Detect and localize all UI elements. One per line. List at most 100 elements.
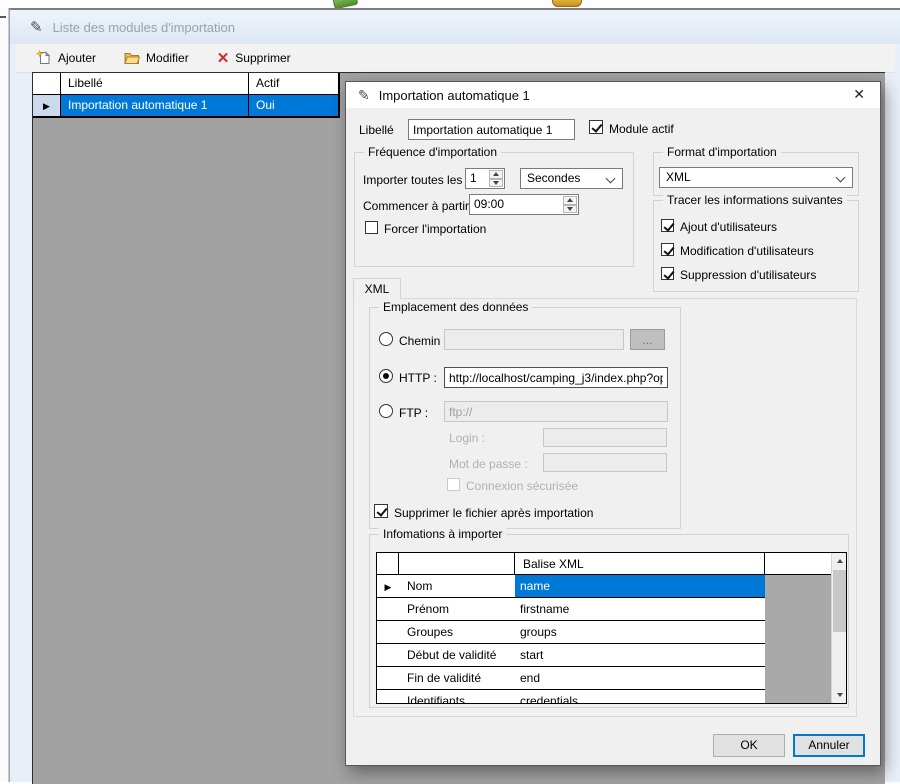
add-module-button[interactable]: Ajouter xyxy=(36,50,96,66)
row-selector-cell[interactable] xyxy=(377,667,399,690)
ftp-label: FTP : xyxy=(399,406,428,420)
grid-row-identifiants[interactable]: Identifiants credentials xyxy=(377,690,833,704)
start-time-picker[interactable]: 09:00 xyxy=(469,194,579,215)
import-info-group-title: Infomations à importer xyxy=(379,527,506,542)
force-import-checkbox[interactable] xyxy=(365,221,378,234)
row-selector-header[interactable] xyxy=(33,73,61,95)
delete-module-button[interactable]: ✕ Supprimer xyxy=(217,51,291,66)
table-row[interactable]: ▶ Importation automatique 1 Oui xyxy=(33,95,339,117)
field-label-cell[interactable]: Début de validité xyxy=(399,644,515,667)
grid-row-debut-validite[interactable]: Début de validité start xyxy=(377,644,833,667)
grid-row-nom[interactable]: ▶ Nom name xyxy=(377,575,833,598)
force-import-label: Forcer l'importation xyxy=(384,222,486,236)
modules-list-titlebar[interactable]: ✎ Liste des modules d'importation xyxy=(10,10,900,44)
row-selector-cell[interactable] xyxy=(377,690,399,704)
browse-button[interactable]: ... xyxy=(630,329,665,350)
delete-module-label: Supprimer xyxy=(235,51,290,65)
trace-delete-checkbox[interactable] xyxy=(661,267,674,280)
chevron-down-icon xyxy=(606,174,616,184)
xml-tag-cell[interactable]: name xyxy=(515,575,765,598)
modules-toolbar: Ajouter Modifier ✕ Supprimer xyxy=(16,44,895,73)
mapping-grid-header: Balise XML xyxy=(377,553,833,575)
spin-up-icon[interactable] xyxy=(489,170,503,179)
password-input xyxy=(543,453,667,472)
spin-down-icon[interactable] xyxy=(489,179,503,188)
row-selector-cell[interactable]: ▶ xyxy=(377,575,399,598)
field-label-cell[interactable]: Nom xyxy=(399,575,515,598)
field-label-cell[interactable]: Fin de validité xyxy=(399,667,515,690)
field-label-cell[interactable]: Prénom xyxy=(399,598,515,621)
chemin-input xyxy=(444,329,624,350)
interval-spinner[interactable] xyxy=(489,170,503,187)
scroll-up-icon[interactable] xyxy=(832,553,847,569)
cell-actif[interactable]: Oui xyxy=(249,95,339,117)
trace-add-label: Ajout d'utilisateurs xyxy=(680,220,777,234)
unit-value: Secondes xyxy=(527,171,580,185)
xml-tag-cell[interactable]: end xyxy=(515,667,765,690)
grid-row-prenom[interactable]: Prénom firstname xyxy=(377,598,833,621)
scrollbar-thumb[interactable] xyxy=(833,570,846,632)
password-label: Mot de passe : xyxy=(449,457,528,471)
start-time-spinner[interactable] xyxy=(563,196,577,213)
interval-stepper[interactable]: 1 xyxy=(465,168,505,189)
cell-libelle[interactable]: Importation automatique 1 xyxy=(61,95,249,117)
format-select[interactable]: XML xyxy=(659,167,853,188)
import-every-label: Importer toutes les xyxy=(363,173,462,187)
row-selector-cell[interactable] xyxy=(377,621,399,644)
chemin-label: Chemin : xyxy=(399,334,447,348)
tab-xml[interactable]: XML xyxy=(353,278,401,299)
cancel-button[interactable]: Annuler xyxy=(793,734,865,757)
desktop-top-strip xyxy=(0,0,900,8)
start-time-value: 09:00 xyxy=(474,197,504,211)
login-label: Login : xyxy=(449,431,485,445)
secure-connection-checkbox xyxy=(447,478,460,491)
libelle-label: Libellé xyxy=(359,123,394,137)
xml-tag-cell[interactable]: credentials xyxy=(515,690,765,704)
row-selector-cell[interactable] xyxy=(377,644,399,667)
module-actif-checkbox[interactable] xyxy=(589,120,603,134)
trace-group-title: Tracer les informations suivantes xyxy=(663,193,847,208)
http-url-input[interactable] xyxy=(444,367,668,388)
spin-down-icon[interactable] xyxy=(563,205,577,214)
dialog-titlebar[interactable]: ✎ Importation automatique 1 xyxy=(346,82,880,108)
xml-tag-cell[interactable]: groups xyxy=(515,621,765,644)
chemin-radio[interactable] xyxy=(379,332,393,346)
edit-module-button[interactable]: Modifier xyxy=(124,50,189,66)
grid-scrollbar[interactable] xyxy=(831,553,846,703)
ok-button[interactable]: OK xyxy=(713,734,785,757)
column-header-libelle[interactable]: Libellé xyxy=(61,73,249,95)
unit-select[interactable]: Secondes xyxy=(520,168,623,189)
modules-list-title: Liste des modules d'importation xyxy=(53,20,235,35)
spin-up-icon[interactable] xyxy=(563,196,577,205)
column-header-balise-xml[interactable]: Balise XML xyxy=(523,557,584,571)
modules-table-header: Libellé Actif xyxy=(33,73,339,95)
row-selector-cell[interactable] xyxy=(377,598,399,621)
row-selector-cell[interactable]: ▶ xyxy=(33,95,61,117)
column-header-actif[interactable]: Actif xyxy=(249,73,339,95)
start-time-label: Commencer à partir de xyxy=(363,199,486,213)
libelle-input[interactable] xyxy=(408,119,575,140)
xml-tag-cell[interactable]: start xyxy=(515,644,765,667)
mapping-grid: Balise XML ▶ Nom name Prénom firstname G… xyxy=(376,552,847,704)
field-label-cell[interactable]: Groupes xyxy=(399,621,515,644)
chevron-down-icon xyxy=(836,173,846,183)
grid-row-groupes[interactable]: Groupes groups xyxy=(377,621,833,644)
interval-value: 1 xyxy=(470,171,477,185)
xml-tag-cell[interactable]: firstname xyxy=(515,598,765,621)
ftp-url-input xyxy=(444,401,668,422)
add-module-label: Ajouter xyxy=(58,51,96,65)
grid-row-fin-validite[interactable]: Fin de validité end xyxy=(377,667,833,690)
http-radio[interactable] xyxy=(379,369,393,383)
dialog-title: Importation automatique 1 xyxy=(379,88,530,103)
trace-add-checkbox[interactable] xyxy=(661,219,674,232)
open-folder-icon xyxy=(124,50,140,66)
delete-after-import-checkbox[interactable] xyxy=(374,504,388,518)
ftp-radio[interactable] xyxy=(379,404,393,418)
scroll-down-icon[interactable] xyxy=(832,687,847,703)
modules-table: Libellé Actif ▶ Importation automatique … xyxy=(33,73,340,118)
http-label: HTTP : xyxy=(399,371,437,385)
trace-modify-checkbox[interactable] xyxy=(661,243,674,256)
field-label-cell[interactable]: Identifiants xyxy=(399,690,515,704)
background-window-edge xyxy=(0,8,9,782)
close-icon[interactable]: ✕ xyxy=(853,86,865,103)
